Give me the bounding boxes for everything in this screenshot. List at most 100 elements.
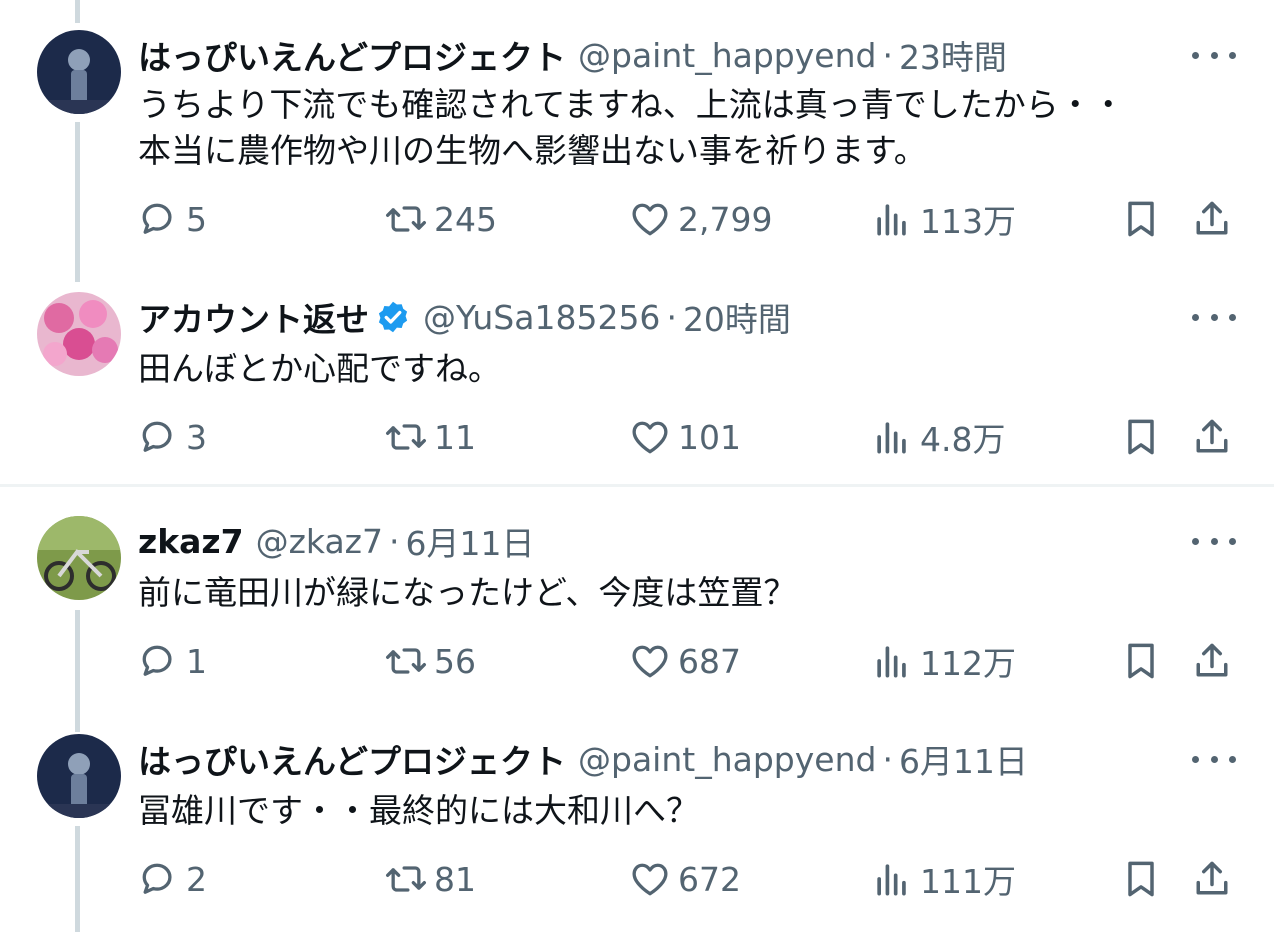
reply-icon bbox=[142, 421, 172, 452]
views-icon bbox=[877, 864, 906, 896]
views-button[interactable]: 111万 bbox=[870, 854, 1016, 904]
bookmark-icon bbox=[1128, 643, 1154, 679]
more-icon[interactable] bbox=[1192, 528, 1236, 554]
like-icon bbox=[632, 645, 668, 678]
bookmark-button[interactable] bbox=[1119, 197, 1163, 241]
avatar[interactable] bbox=[37, 734, 121, 818]
timestamp[interactable]: 20時間 bbox=[683, 293, 791, 341]
action-bar: 5 245 2,799 113万 bbox=[0, 194, 1274, 244]
avatar[interactable] bbox=[37, 30, 121, 114]
more-icon[interactable] bbox=[1192, 746, 1236, 772]
separator: · bbox=[882, 739, 893, 779]
bookmark-button[interactable] bbox=[1119, 639, 1163, 683]
tweet-text-line: 本当に農作物や川の生物へ影響出ない事を祈ります。 bbox=[138, 131, 927, 170]
reply-icon bbox=[142, 645, 172, 676]
retweet-icon bbox=[386, 648, 426, 674]
reply-count: 5 bbox=[186, 199, 207, 239]
tweet-text-line: 冨雄川です・・最終的には大和川へ？ bbox=[138, 791, 699, 830]
reply-icon bbox=[142, 863, 172, 894]
share-button[interactable] bbox=[1190, 857, 1234, 901]
share-icon bbox=[1196, 643, 1228, 677]
share-button[interactable] bbox=[1190, 415, 1234, 459]
like-button[interactable]: 2,799 bbox=[628, 194, 772, 244]
share-icon bbox=[1196, 419, 1228, 453]
views-count: 112万 bbox=[920, 644, 1016, 683]
like-count: 101 bbox=[678, 417, 741, 457]
display-name[interactable]: はっぴいえんどプロジェクト bbox=[138, 31, 566, 79]
views-button[interactable]: 4.8万 bbox=[870, 412, 1005, 462]
bookmark-button[interactable] bbox=[1119, 857, 1163, 901]
views-button[interactable]: 112万 bbox=[870, 636, 1016, 686]
like-icon bbox=[632, 203, 668, 236]
bookmark-button[interactable] bbox=[1119, 415, 1163, 459]
tweet-header: アカウント返せ @YuSa185256 · 20時間 bbox=[138, 292, 791, 342]
views-count: 113万 bbox=[920, 202, 1016, 241]
retweet-count: 11 bbox=[434, 417, 476, 457]
user-handle[interactable]: @zkaz7 bbox=[256, 522, 383, 561]
tweet-header: はっぴいえんどプロジェクト @paint_happyend · 6月11日 bbox=[138, 734, 1028, 784]
share-button[interactable] bbox=[1190, 639, 1234, 683]
share-button[interactable] bbox=[1190, 197, 1234, 241]
divider bbox=[0, 484, 1274, 487]
timestamp[interactable]: 6月11日 bbox=[899, 735, 1028, 783]
reply-icon bbox=[142, 203, 172, 234]
bookmark-icon bbox=[1128, 861, 1154, 897]
reply-button[interactable]: 2 bbox=[136, 854, 207, 904]
views-icon bbox=[877, 646, 906, 678]
views-icon bbox=[877, 204, 906, 236]
retweet-button[interactable]: 56 bbox=[384, 636, 476, 686]
display-name[interactable]: はっぴいえんどプロジェクト bbox=[138, 735, 566, 783]
separator: · bbox=[666, 297, 677, 337]
action-bar: 1 56 687 112万 bbox=[0, 636, 1274, 686]
display-name[interactable]: アカウント返せ bbox=[138, 293, 369, 341]
avatar[interactable] bbox=[37, 292, 121, 376]
views-button[interactable]: 113万 bbox=[870, 194, 1016, 244]
verified-icon bbox=[378, 301, 408, 333]
reply-button[interactable]: 3 bbox=[136, 412, 207, 462]
action-bar: 3 11 101 4.8万 bbox=[0, 412, 1274, 462]
like-button[interactable]: 687 bbox=[628, 636, 741, 686]
separator: · bbox=[389, 521, 400, 561]
retweet-icon bbox=[386, 866, 426, 892]
retweet-button[interactable]: 81 bbox=[384, 854, 476, 904]
display-name[interactable]: zkaz7 bbox=[138, 522, 244, 561]
reply-count: 3 bbox=[186, 417, 207, 457]
like-icon bbox=[632, 863, 668, 896]
tweet-text-line: 田んぼとか心配ですね。 bbox=[138, 349, 501, 388]
like-count: 687 bbox=[678, 641, 741, 681]
retweet-icon bbox=[386, 206, 426, 232]
retweet-button[interactable]: 11 bbox=[384, 412, 476, 462]
action-bar: 2 81 672 111万 bbox=[0, 854, 1274, 904]
retweet-count: 245 bbox=[434, 199, 497, 239]
tweet-header: はっぴいえんどプロジェクト @paint_happyend · 23時間 bbox=[138, 30, 1007, 80]
more-icon[interactable] bbox=[1192, 304, 1236, 330]
views-count: 4.8万 bbox=[920, 420, 1006, 459]
bookmark-icon bbox=[1128, 201, 1154, 237]
retweet-count: 81 bbox=[434, 859, 476, 899]
avatar[interactable] bbox=[37, 516, 121, 600]
like-button[interactable]: 672 bbox=[628, 854, 741, 904]
like-count: 2,799 bbox=[678, 199, 773, 239]
retweet-count: 56 bbox=[434, 641, 476, 681]
reply-count: 2 bbox=[186, 859, 207, 899]
user-handle[interactable]: @paint_happyend bbox=[578, 740, 876, 779]
reply-count: 1 bbox=[186, 641, 207, 681]
user-handle[interactable]: @YuSa185256 bbox=[423, 298, 660, 337]
views-icon bbox=[877, 422, 906, 454]
tweet-text-line: うちより下流でも確認されてますね、上流は真っ青でしたから・・ bbox=[138, 85, 1125, 124]
reply-button[interactable]: 5 bbox=[136, 194, 207, 244]
user-handle[interactable]: @paint_happyend bbox=[578, 36, 876, 75]
separator: · bbox=[882, 35, 893, 75]
thread-line bbox=[75, 0, 80, 23]
like-icon bbox=[632, 421, 668, 454]
bookmark-icon bbox=[1128, 419, 1154, 455]
retweet-button[interactable]: 245 bbox=[384, 194, 497, 244]
reply-button[interactable]: 1 bbox=[136, 636, 207, 686]
retweet-icon bbox=[386, 424, 426, 450]
tweet-header: zkaz7 @zkaz7 · 6月11日 bbox=[138, 516, 535, 566]
timestamp[interactable]: 6月11日 bbox=[406, 517, 535, 565]
share-icon bbox=[1196, 861, 1228, 895]
like-button[interactable]: 101 bbox=[628, 412, 741, 462]
timestamp[interactable]: 23時間 bbox=[899, 31, 1007, 79]
more-icon[interactable] bbox=[1192, 42, 1236, 68]
